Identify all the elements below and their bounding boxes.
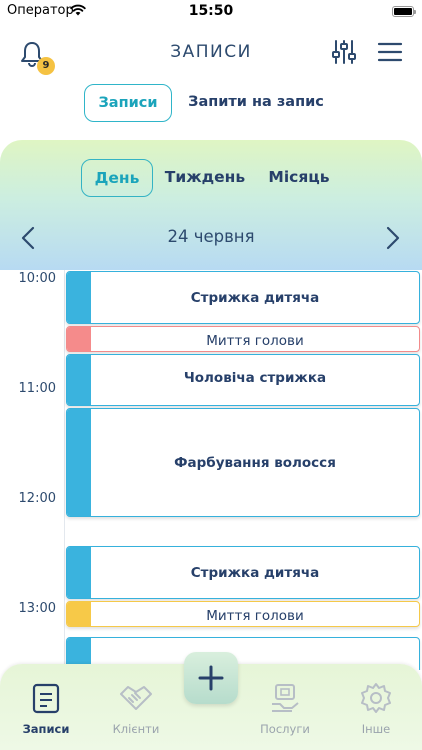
- appointment-color-stripe: [67, 355, 91, 405]
- appointment-card[interactable]: Миття голови: [66, 601, 420, 627]
- appointment-color-stripe: [67, 327, 91, 351]
- appointment-title: Чоловіча стрижка: [183, 370, 327, 386]
- appointment-color-stripe: [67, 272, 91, 323]
- tab-records[interactable]: Записи: [84, 84, 172, 122]
- view-tab-day[interactable]: День: [81, 159, 153, 197]
- filter-sliders-icon[interactable]: [331, 39, 357, 65]
- appointment-color-stripe: [67, 547, 91, 598]
- hour-label: 11:00: [18, 381, 56, 396]
- calendar-header-card: День Тиждень Місяць 24 червня: [0, 140, 422, 270]
- nav-label: Клієнти: [112, 722, 160, 736]
- view-tab-month[interactable]: Місяць: [262, 159, 336, 197]
- chevron-right-icon[interactable]: [384, 226, 402, 250]
- view-tab-week[interactable]: Тиждень: [160, 159, 250, 197]
- appointment-title: Фарбування волосся: [174, 454, 336, 471]
- appointment-color-stripe: [67, 602, 91, 626]
- hour-label: 13:00: [18, 601, 56, 616]
- add-appointment-button[interactable]: [184, 652, 238, 704]
- hour-label: 12:00: [18, 491, 56, 506]
- page-title: ЗАПИСИ: [170, 42, 252, 62]
- timeline-divider: [64, 270, 65, 670]
- appointment-card[interactable]: Стрижка дитяча: [66, 546, 420, 599]
- handshake-icon: [120, 686, 152, 710]
- nav-label: Інше: [361, 722, 391, 736]
- battery-icon: [392, 6, 416, 17]
- nav-label: Послуги: [260, 722, 310, 736]
- tab-requests[interactable]: Запити на запис: [178, 84, 334, 122]
- appointment-title: Стрижка дитяча: [190, 289, 320, 306]
- appointment-card[interactable]: Стрижка дитяча: [66, 271, 420, 324]
- status-bar: Оператор 15:50: [0, 0, 422, 24]
- nav-label: Записи: [22, 722, 70, 736]
- hour-label: 10:00: [18, 271, 56, 286]
- gear-icon: [361, 683, 391, 713]
- appointment-card[interactable]: Чоловіча стрижка: [66, 354, 420, 406]
- calendar-note-icon: [32, 683, 60, 714]
- appointment-color-stripe: [67, 409, 91, 516]
- hamburger-menu-icon[interactable]: [377, 41, 403, 63]
- plus-icon: [198, 665, 224, 691]
- appointment-title: Миття голови: [206, 608, 304, 624]
- current-date: 24 червня: [167, 227, 255, 246]
- day-timeline[interactable]: 10:00 11:00 12:00 13:00 Стрижка дитяча М…: [0, 270, 422, 670]
- nav-item-services[interactable]: Послуги: [245, 682, 325, 736]
- appointment-title: Миття голови: [206, 333, 304, 349]
- appointment-card[interactable]: Фарбування волосся: [66, 408, 420, 517]
- nav-item-other[interactable]: Інше: [336, 682, 416, 736]
- appointment-title: Стрижка дитяча: [190, 564, 320, 581]
- appointment-card[interactable]: Миття голови: [66, 326, 420, 352]
- nav-item-records[interactable]: Записи: [6, 682, 86, 736]
- services-box-icon: [272, 684, 299, 712]
- nav-item-clients[interactable]: Клієнти: [96, 682, 176, 736]
- status-time: 15:50: [188, 3, 234, 19]
